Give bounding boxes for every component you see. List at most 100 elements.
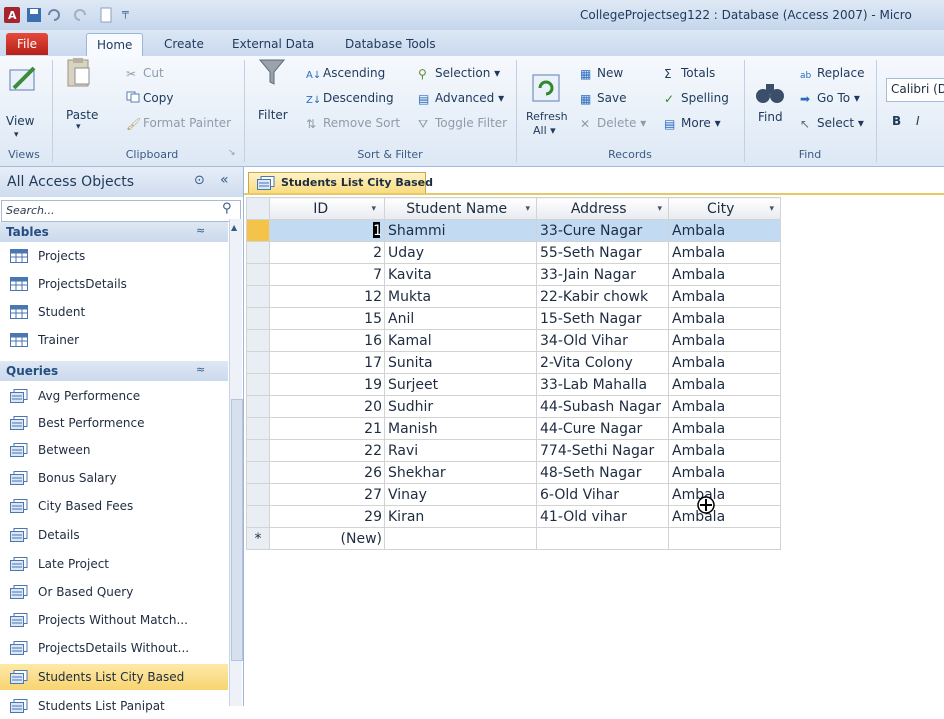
view-icon[interactable]: [8, 64, 40, 96]
nav-item-students-list-city-based[interactable]: Students List City Based: [0, 664, 228, 690]
table-row[interactable]: 21 Manish 44-Cure Nagar Ambala: [246, 417, 781, 440]
cell-address[interactable]: 33-Cure Nagar: [536, 219, 669, 242]
ascending-button[interactable]: A↓ Ascending: [306, 66, 385, 82]
cell-student-name[interactable]: [384, 527, 537, 550]
paste-dropdown-icon[interactable]: ▾: [76, 122, 81, 132]
cell-student-name[interactable]: Mukta: [384, 285, 537, 308]
record-selector[interactable]: [246, 439, 270, 462]
cell-address[interactable]: 33-Jain Nagar: [536, 263, 669, 286]
tab-external-data[interactable]: External Data: [222, 33, 324, 55]
column-header-city[interactable]: City ▾: [668, 197, 781, 220]
cell-id[interactable]: 16: [269, 329, 385, 352]
paste-button[interactable]: Paste: [66, 108, 98, 122]
goto-button[interactable]: ➡ Go To ▾: [800, 91, 860, 106]
cell-address[interactable]: 44-Cure Nagar: [536, 417, 669, 440]
find-button[interactable]: Find: [758, 110, 783, 124]
cell-city[interactable]: Ambala: [668, 395, 781, 418]
column-header-id[interactable]: ID ▾: [269, 197, 385, 220]
nav-section-queries[interactable]: Queries ≈: [0, 361, 228, 381]
nav-item-best-performence[interactable]: Best Performence: [0, 410, 228, 436]
cell-address[interactable]: 55-Seth Nagar: [536, 241, 669, 264]
column-dropdown-icon[interactable]: ▾: [657, 204, 662, 214]
record-selector[interactable]: [246, 263, 270, 286]
filter-icon[interactable]: [256, 56, 288, 88]
cell-student-name[interactable]: Sudhir: [384, 395, 537, 418]
cell-address[interactable]: 15-Seth Nagar: [536, 307, 669, 330]
table-row[interactable]: 26 Shekhar 48-Seth Nagar Ambala: [246, 461, 781, 484]
cell-city[interactable]: Ambala: [668, 417, 781, 440]
search-icon[interactable]: ⚲: [222, 201, 232, 216]
format-painter-button[interactable]: 🖌 Format Painter: [126, 116, 231, 131]
cell-id[interactable]: 27: [269, 483, 385, 506]
cell-city[interactable]: Ambala: [668, 351, 781, 374]
record-selector[interactable]: [246, 285, 270, 308]
table-row[interactable]: 12 Mukta 22-Kabir chowk Ambala: [246, 285, 781, 308]
nav-item-bonus-salary[interactable]: Bonus Salary: [0, 465, 228, 491]
cell-student-name[interactable]: Shekhar: [384, 461, 537, 484]
nav-item-projectsdetails[interactable]: ProjectsDetails: [0, 271, 228, 297]
paste-icon[interactable]: [62, 56, 94, 88]
tab-home[interactable]: Home: [86, 33, 144, 56]
replace-button[interactable]: ab Replace: [800, 66, 864, 83]
refresh-label[interactable]: Refresh: [526, 110, 568, 123]
nav-item-avg-performence[interactable]: Avg Performence: [0, 383, 228, 409]
cell-student-name[interactable]: Anil: [384, 307, 537, 330]
table-row[interactable]: 17 Sunita 2-Vita Colony Ambala: [246, 351, 781, 374]
tab-file[interactable]: File: [6, 33, 48, 55]
column-dropdown-icon[interactable]: ▾: [371, 204, 376, 214]
cell-city[interactable]: Ambala: [668, 505, 781, 528]
nav-item-details[interactable]: Details: [0, 522, 228, 548]
cell-address[interactable]: 44-Subash Nagar: [536, 395, 669, 418]
cell-id[interactable]: 7: [269, 263, 385, 286]
nav-item-students-list-panipat[interactable]: Students List Panipat: [0, 693, 228, 719]
cell-id[interactable]: 29: [269, 505, 385, 528]
collapse-chevron-icon[interactable]: ≈: [196, 363, 205, 376]
more-button[interactable]: ▤ More ▾: [664, 116, 721, 131]
copy-button[interactable]: Copy: [126, 91, 173, 105]
new-record-row[interactable]: * (New): [246, 527, 781, 550]
cell-city[interactable]: Ambala: [668, 483, 781, 506]
cell-city[interactable]: Ambala: [668, 329, 781, 352]
table-row[interactable]: 2 Uday 55-Seth Nagar Ambala: [246, 241, 781, 264]
cell-student-name[interactable]: Sunita: [384, 351, 537, 374]
descending-button[interactable]: Z↓ Descending: [306, 91, 394, 107]
record-selector[interactable]: [246, 505, 270, 528]
spelling-button[interactable]: ✓ Spelling: [664, 91, 729, 106]
italic-button[interactable]: I: [916, 114, 920, 128]
cell-address[interactable]: 33-Lab Mahalla: [536, 373, 669, 396]
document-tab[interactable]: Students List City Based: [248, 172, 433, 193]
cell-city[interactable]: [668, 527, 781, 550]
nav-scrollbar[interactable]: ▲: [229, 219, 243, 706]
refresh-all-button[interactable]: All ▾: [533, 124, 556, 137]
nav-item-projects[interactable]: Projects: [0, 243, 228, 269]
advanced-button[interactable]: ▤ Advanced ▾: [418, 91, 504, 106]
nav-collapse-icon[interactable]: «: [220, 172, 229, 188]
cell-address[interactable]: 6-Old Vihar: [536, 483, 669, 506]
cell-student-name[interactable]: Surjeet: [384, 373, 537, 396]
new-record-marker[interactable]: *: [246, 527, 270, 550]
table-row[interactable]: 7 Kavita 33-Jain Nagar Ambala: [246, 263, 781, 286]
nav-item-trainer[interactable]: Trainer: [0, 327, 228, 353]
record-selector[interactable]: [246, 483, 270, 506]
cut-button[interactable]: ✂ Cut: [126, 66, 164, 81]
record-selector[interactable]: [246, 417, 270, 440]
nav-section-tables[interactable]: Tables ≈: [0, 222, 228, 242]
cell-id[interactable]: 19: [269, 373, 385, 396]
record-selector[interactable]: [246, 219, 270, 242]
collapse-chevron-icon[interactable]: ≈: [196, 224, 205, 237]
nav-header[interactable]: All Access Objects ⊙ «: [0, 167, 243, 197]
cell-student-name[interactable]: Vinay: [384, 483, 537, 506]
nav-item-projects-without-match[interactable]: Projects Without Match...: [0, 607, 228, 633]
nav-item-city-based-fees[interactable]: City Based Fees: [0, 493, 228, 519]
nav-item-student[interactable]: Student: [0, 299, 228, 325]
tab-database-tools[interactable]: Database Tools: [335, 33, 446, 55]
scroll-up-icon[interactable]: ▲: [231, 223, 241, 233]
cell-city[interactable]: Ambala: [668, 461, 781, 484]
binoculars-icon[interactable]: [754, 76, 786, 108]
cell-address[interactable]: 34-Old Vihar: [536, 329, 669, 352]
nav-item-late-project[interactable]: Late Project: [0, 551, 228, 577]
cell-address[interactable]: 22-Kabir chowk: [536, 285, 669, 308]
cell-id[interactable]: (New): [269, 527, 385, 550]
nav-item-projectsdetails-without[interactable]: ProjectsDetails Without...: [0, 635, 228, 661]
toggle-filter-button[interactable]: ⛛ Toggle Filter: [418, 116, 507, 131]
